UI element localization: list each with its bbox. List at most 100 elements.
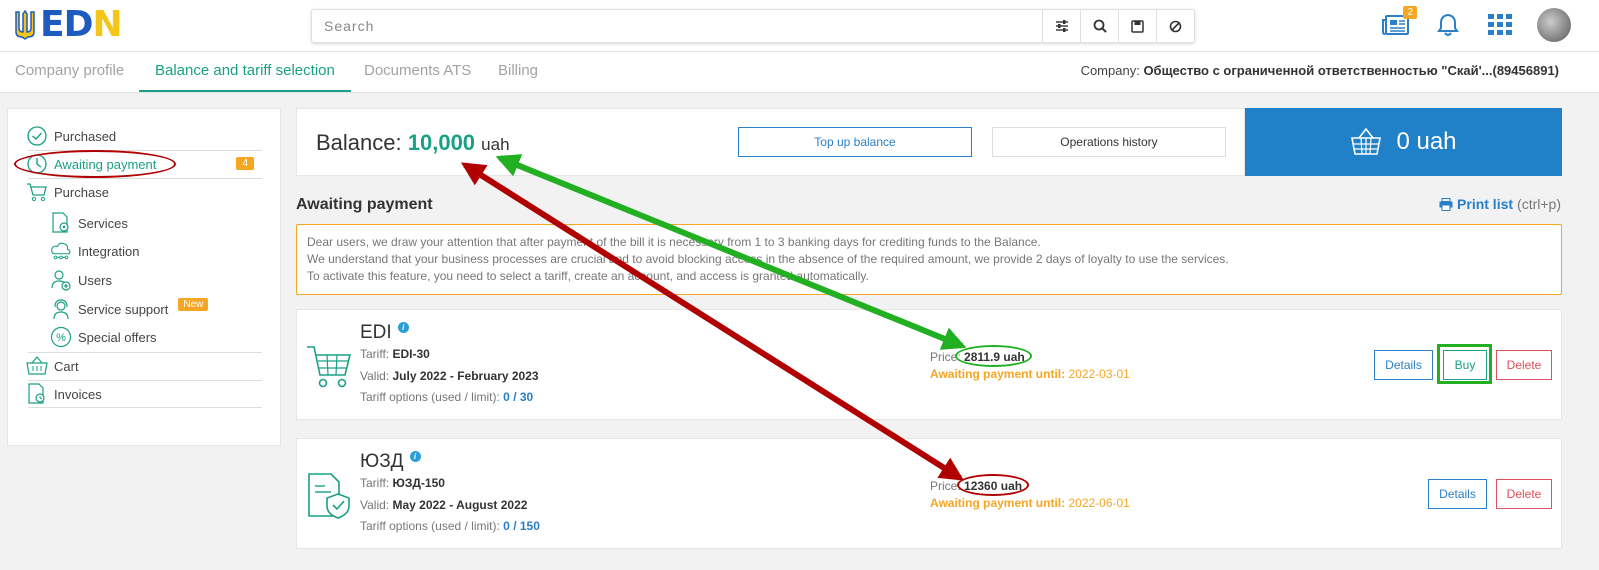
sidebar-item-purchased[interactable]: Purchased xyxy=(26,125,116,147)
notice-line: To activate this feature, you need to se… xyxy=(307,269,869,283)
clear-search-button[interactable] xyxy=(1156,10,1194,42)
valid-label: Valid: xyxy=(360,498,390,512)
print-list-label: Print list xyxy=(1457,196,1514,212)
svg-text:%: % xyxy=(56,332,66,344)
sidebar-item-purchase[interactable]: Purchase xyxy=(26,181,109,203)
options-limit: / 150 xyxy=(513,519,540,533)
search-input[interactable] xyxy=(312,10,1042,42)
sidebar-item-service-support[interactable]: Service support New xyxy=(50,297,209,320)
top-up-balance-button[interactable]: Top up balance xyxy=(738,127,972,157)
price-value: 2811.9 uah xyxy=(964,350,1025,364)
card-valid: Valid: July 2022 - February 2023 xyxy=(360,369,539,383)
sidebar-item-awaiting-payment[interactable]: Awaiting payment xyxy=(26,153,156,175)
details-button[interactable]: Details xyxy=(1428,479,1487,509)
basket-icon xyxy=(1351,127,1382,155)
sidebar-item-label: Integration xyxy=(78,243,140,259)
delete-button[interactable]: Delete xyxy=(1496,479,1552,509)
filter-button[interactable] xyxy=(1042,10,1080,42)
tariff-label: Tariff: xyxy=(360,476,390,490)
search-button[interactable] xyxy=(1080,10,1118,42)
sidebar-item-label: Purchased xyxy=(54,128,117,144)
card-price: Price: 12360 uah xyxy=(930,479,1022,493)
delete-button[interactable]: Delete xyxy=(1496,350,1552,380)
divider xyxy=(28,380,262,381)
company-name: Общество с ограниченной ответственностью… xyxy=(1143,63,1559,78)
options-used: 0 xyxy=(503,390,510,404)
save-icon xyxy=(1131,19,1144,33)
basket-icon xyxy=(26,355,48,377)
tariff-value: ЮЗД-150 xyxy=(392,476,445,490)
company-label: Company: xyxy=(1080,63,1140,78)
operations-history-button[interactable]: Operations history xyxy=(992,127,1226,157)
info-icon[interactable]: i xyxy=(397,321,409,333)
logo-text: ED xyxy=(40,4,93,45)
company-selector[interactable]: Company: Общество с ограниченной ответст… xyxy=(1081,63,1559,78)
document-gear-icon xyxy=(50,212,72,234)
top-bar: EDN 2 xyxy=(0,0,1599,52)
news-badge: 2 xyxy=(1403,6,1417,19)
balance-currency: uah xyxy=(481,135,510,154)
headset-icon xyxy=(50,298,72,320)
divider xyxy=(28,150,262,151)
buy-button[interactable]: Buy xyxy=(1443,350,1487,380)
sidebar-item-label: Cart xyxy=(54,358,79,374)
tariff-label: Tariff: xyxy=(360,347,390,361)
tabs-row: Company profile Balance and tariff selec… xyxy=(0,52,1599,93)
options-used: 0 xyxy=(503,519,510,533)
sidebar-item-label: Awaiting payment xyxy=(54,156,157,172)
print-list-link[interactable]: Print list (ctrl+p) xyxy=(1439,196,1561,212)
info-icon[interactable]: i xyxy=(409,450,421,462)
await-date: 2022-03-01 xyxy=(1068,367,1130,381)
balance-amount: 10,000 xyxy=(407,130,476,155)
divider xyxy=(28,178,262,179)
cloud-network-icon xyxy=(50,240,72,262)
printer-icon xyxy=(1439,197,1453,211)
tab-billing[interactable]: Billing xyxy=(498,52,538,92)
sidebar-item-label: Services xyxy=(78,215,128,231)
sidebar-item-cart[interactable]: Cart xyxy=(26,355,79,377)
block-icon xyxy=(1169,20,1182,32)
trident-icon xyxy=(15,10,35,40)
sidebar-item-integration[interactable]: Integration xyxy=(50,240,139,262)
user-avatar[interactable] xyxy=(1537,8,1571,42)
valid-value: July 2022 - February 2023 xyxy=(392,369,539,383)
card-tariff: Tariff: EDI-30 xyxy=(360,347,430,361)
tab-balance-and-tariff[interactable]: Balance and tariff selection xyxy=(139,52,351,92)
bell-icon xyxy=(1437,13,1459,36)
sidebar-item-special-offers[interactable]: % Special offers xyxy=(50,326,157,348)
card-title: ЮЗД i xyxy=(360,450,421,473)
await-label: Awaiting payment until: xyxy=(930,496,1066,510)
sidebar: Purchased Awaiting payment 4 Purchase Se… xyxy=(7,108,281,446)
add-user-icon xyxy=(50,269,72,291)
notifications-button[interactable] xyxy=(1433,8,1463,42)
tab-documents-ats[interactable]: Documents ATS xyxy=(364,52,471,92)
await-date: 2022-06-01 xyxy=(1068,496,1130,510)
sidebar-item-services[interactable]: Services xyxy=(50,212,128,234)
valid-label: Valid: xyxy=(360,369,390,383)
notice-line: We understand that your business process… xyxy=(307,252,1229,266)
awaiting-count-badge: 4 xyxy=(236,157,254,170)
cart-total-box[interactable]: 0 uah xyxy=(1245,108,1562,176)
details-button[interactable]: Details xyxy=(1374,350,1433,380)
options-label: Tariff options (used / limit): xyxy=(360,519,500,533)
sidebar-item-label: Invoices xyxy=(54,386,102,402)
balance-text: Balance: 10,000 uah xyxy=(316,130,510,156)
tariff-card-yuzd: ЮЗД i Tariff: ЮЗД-150 Valid: May 2022 - … xyxy=(296,438,1562,549)
logo-text-accent: N xyxy=(92,4,122,45)
tab-company-profile[interactable]: Company profile xyxy=(15,52,124,92)
balance-label: Balance: xyxy=(316,130,402,155)
sidebar-item-label: Purchase xyxy=(54,184,109,200)
sidebar-item-users[interactable]: Users xyxy=(50,269,112,291)
divider xyxy=(28,352,262,353)
edin-logo[interactable]: EDN xyxy=(14,7,123,43)
save-search-button[interactable] xyxy=(1118,10,1156,42)
card-await: Awaiting payment until: 2022-03-01 xyxy=(930,367,1130,381)
apps-menu-button[interactable] xyxy=(1485,8,1515,42)
tariff-value: EDI-30 xyxy=(392,347,430,361)
document-shield-icon xyxy=(308,473,350,519)
search-icon xyxy=(1093,19,1107,33)
section-title: Awaiting payment xyxy=(296,196,433,213)
sidebar-item-invoices[interactable]: Invoices xyxy=(26,383,102,405)
news-button[interactable]: 2 xyxy=(1381,6,1417,42)
header-actions: 2 xyxy=(1381,6,1571,42)
